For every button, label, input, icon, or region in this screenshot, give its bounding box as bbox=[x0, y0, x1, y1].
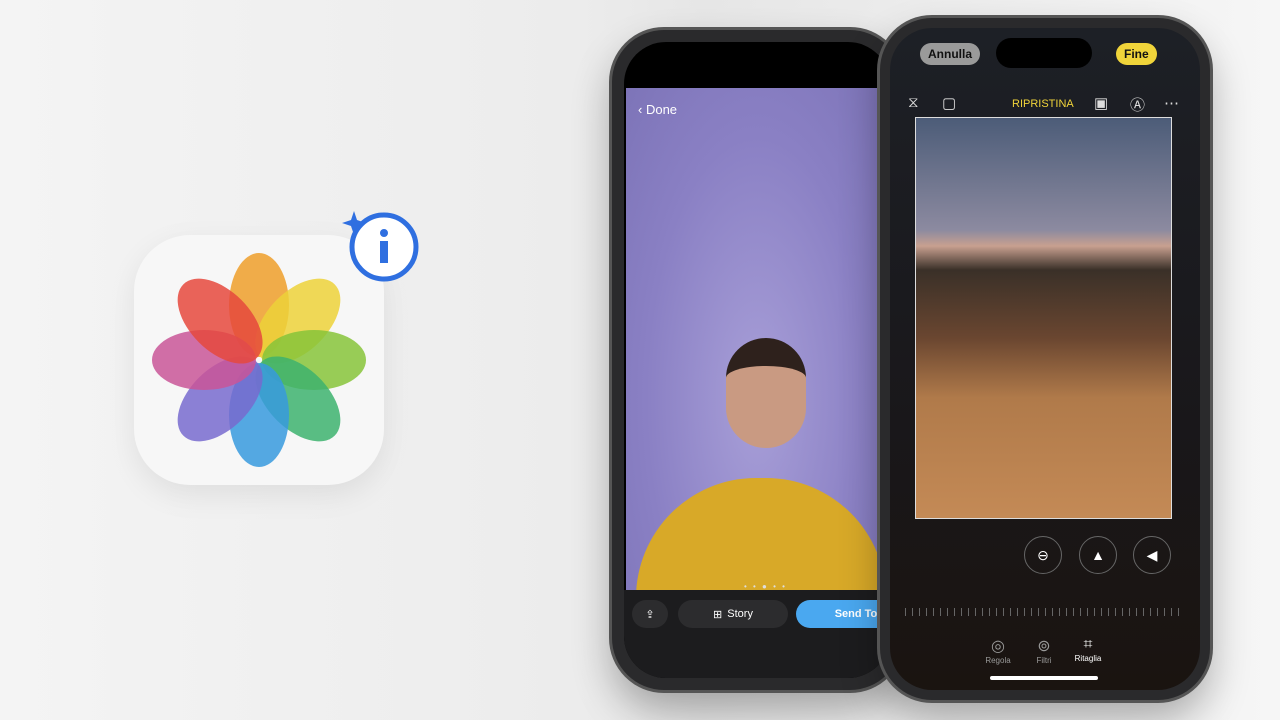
right-phone: Annulla Fine ⧖ ▢ RIPRISTINA ▣ Ⓐ ⋯ ⊖ ▲ ◀ … bbox=[880, 18, 1210, 700]
story-label: Story bbox=[727, 608, 753, 620]
tab-label: Regola bbox=[985, 656, 1011, 665]
vertical-perspective-icon[interactable]: ▲ bbox=[1079, 536, 1117, 574]
tab-filtri[interactable]: ⊚ Filtri bbox=[1024, 636, 1064, 665]
desert-photo-crop[interactable] bbox=[915, 117, 1172, 519]
back-button[interactable]: ‹ Done bbox=[638, 102, 677, 117]
done-button[interactable]: Fine bbox=[1116, 43, 1157, 65]
reset-button[interactable]: RIPRISTINA bbox=[1012, 98, 1074, 110]
markup-icon[interactable]: Ⓐ bbox=[1130, 94, 1145, 115]
rotation-slider[interactable] bbox=[905, 608, 1185, 616]
story-button[interactable]: ⊞ Story bbox=[678, 600, 788, 628]
aspect-ratio-icon[interactable]: ▣ bbox=[1094, 94, 1108, 112]
left-phone: ‹ Done • • ● • • ⇪ ⊞ Story Send To bbox=[612, 30, 902, 690]
cancel-button[interactable]: Annulla bbox=[920, 43, 980, 65]
adjust-icon: ◎ bbox=[991, 638, 1005, 655]
send-label: Send To bbox=[834, 608, 878, 620]
tab-label: Filtri bbox=[1036, 656, 1052, 665]
flip-icon[interactable]: ⧖ bbox=[908, 94, 919, 111]
home-indicator bbox=[990, 676, 1098, 680]
more-icon[interactable]: ⋯ bbox=[1164, 94, 1179, 112]
crop-icon: ⌗ bbox=[1083, 636, 1093, 653]
dynamic-island bbox=[996, 38, 1092, 68]
share-button[interactable]: ⇪ bbox=[632, 600, 668, 628]
back-label: Done bbox=[645, 102, 678, 117]
sparkle-info-icon bbox=[342, 211, 419, 282]
share-icon: ⇪ bbox=[645, 608, 655, 621]
tab-regola[interactable]: ◎ Regola bbox=[978, 636, 1018, 665]
horizontal-perspective-icon[interactable]: ◀ bbox=[1133, 536, 1171, 574]
tab-label: Ritaglia bbox=[1074, 654, 1102, 663]
send-to-button[interactable]: Send To bbox=[796, 600, 890, 628]
rotate-icon[interactable]: ▢ bbox=[942, 94, 956, 112]
straighten-icon[interactable]: ⊖ bbox=[1024, 536, 1062, 574]
sticker-photo bbox=[626, 88, 888, 618]
filters-icon: ⊚ bbox=[1037, 638, 1051, 655]
tab-ritaglia[interactable]: ⌗ Ritaglia bbox=[1068, 636, 1108, 663]
add-story-icon: ⊞ bbox=[713, 608, 723, 621]
